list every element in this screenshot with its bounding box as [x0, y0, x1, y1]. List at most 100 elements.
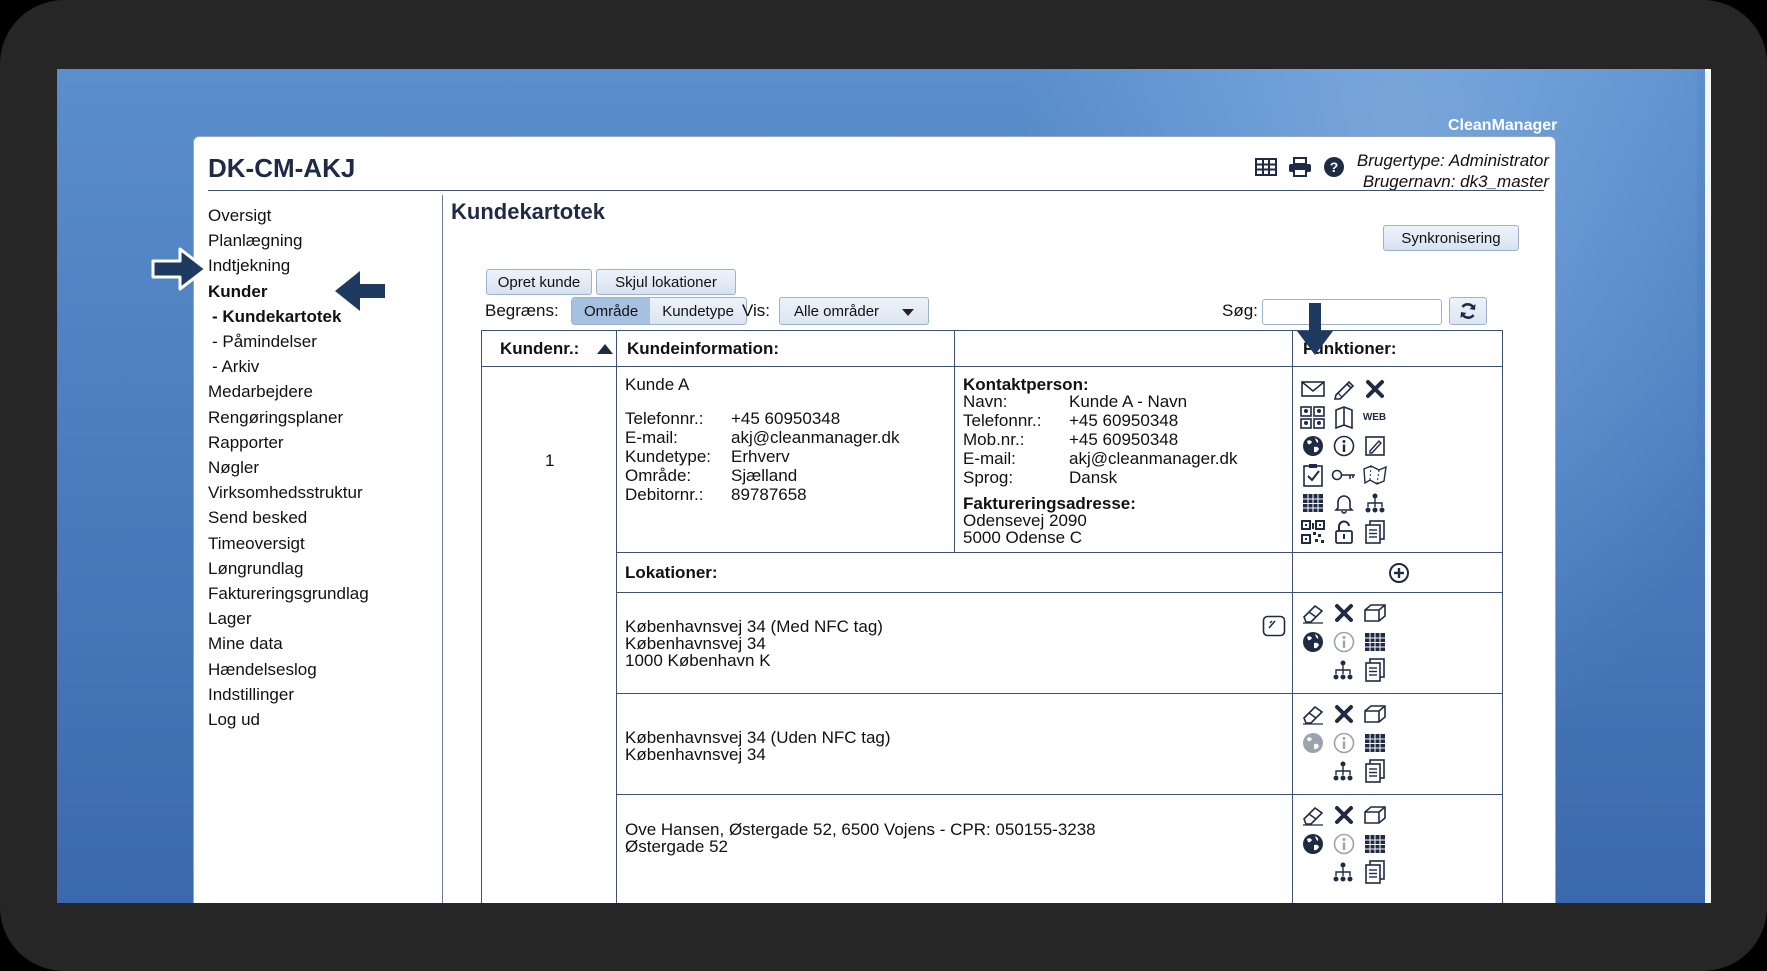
sync-button[interactable]: Synkronisering [1383, 225, 1519, 251]
edit-note-icon[interactable] [1362, 434, 1388, 458]
locations-header: Lokationer: [617, 553, 1293, 593]
unlock-icon[interactable] [1331, 520, 1357, 544]
info-grey-icon[interactable] [1331, 731, 1357, 755]
location-row[interactable]: Ove Hansen, Østergade 52, 6500 Vojens - … [617, 795, 1293, 903]
calendar-icon[interactable] [1362, 731, 1388, 755]
create-customer-button[interactable]: Opret kunde [486, 269, 592, 295]
location-row[interactable]: Københavnsvej 34 (Med NFC tag) København… [617, 593, 1293, 694]
calendar-icon[interactable] [1362, 630, 1388, 654]
top-toolbar: ? [1253, 155, 1347, 179]
sidebar-item-11[interactable]: Virksomhedsstruktur [208, 480, 438, 505]
add-location-icon[interactable] [1388, 562, 1410, 584]
user-info: Brugertype: Administrator Brugernavn: dk… [1357, 150, 1549, 192]
location-row[interactable]: Københavnsvej 34 (Uden NFC tag) Københav… [617, 694, 1293, 795]
info-grey-icon[interactable] [1331, 630, 1357, 654]
pencil-icon[interactable] [1331, 377, 1357, 401]
document-icon[interactable] [1362, 860, 1388, 885]
qr-icon[interactable] [1300, 519, 1326, 544]
hierarchy-icon[interactable] [1330, 860, 1356, 884]
eraser-icon[interactable] [1300, 601, 1326, 625]
sidebar-item-3[interactable]: Kunder [208, 279, 438, 304]
eraser-icon[interactable] [1300, 702, 1326, 726]
info-grey-icon[interactable] [1331, 832, 1357, 856]
detail-value: akj@cleanmanager.dk [1069, 449, 1238, 468]
map-icon[interactable] [1362, 463, 1388, 487]
sidebar-item-7[interactable]: Medarbejdere [208, 379, 438, 404]
sidebar-item-14[interactable]: Løngrundlag [208, 556, 438, 581]
groups-icon[interactable] [1299, 405, 1326, 430]
help-icon[interactable]: ? [1321, 155, 1347, 179]
hierarchy-icon[interactable] [1330, 759, 1356, 783]
print-icon[interactable] [1287, 155, 1313, 179]
sidebar-item-0[interactable]: Oversigt [208, 203, 438, 228]
globe-icon[interactable] [1300, 832, 1326, 856]
sidebar-item-15[interactable]: Faktureringsgrundlag [208, 581, 438, 606]
delete-icon[interactable] [1331, 601, 1357, 625]
detail-key: Debitornr.: [625, 485, 704, 504]
globe-icon[interactable] [1300, 630, 1326, 654]
hierarchy-icon[interactable] [1330, 658, 1356, 682]
eraser-icon[interactable] [1300, 803, 1326, 827]
bell-icon[interactable] [1331, 491, 1357, 515]
sidebar-item-1[interactable]: Planlægning [208, 228, 438, 253]
document-icon[interactable] [1362, 519, 1388, 544]
detail-value: Sjælland [731, 466, 798, 485]
seg-area[interactable]: Område [572, 298, 651, 324]
envelope-icon[interactable] [1300, 377, 1326, 401]
sidebar-item-4[interactable]: - Kundekartotek [208, 304, 438, 329]
checklist-icon[interactable] [1300, 463, 1326, 487]
sidebar-item-20[interactable]: Log ud [208, 707, 438, 732]
delete-icon[interactable] [1331, 803, 1357, 827]
detail-value: 89787658 [731, 485, 807, 504]
document-icon[interactable] [1362, 658, 1388, 683]
sidebar-item-19[interactable]: Indstillinger [208, 682, 438, 707]
calendar-icon[interactable] [1362, 832, 1388, 856]
sidebar-item-2[interactable]: Indtjekning [208, 253, 438, 278]
globe-icon[interactable] [1300, 434, 1326, 458]
locations-title: Lokationer: [625, 563, 718, 582]
box-icon[interactable] [1362, 601, 1388, 625]
hide-locations-button[interactable]: Skjul lokationer [596, 269, 736, 295]
sidebar-item-18[interactable]: Hændelseslog [208, 657, 438, 682]
seg-customer-type[interactable]: Kundetype [650, 298, 746, 324]
search-label: Søg: [1222, 301, 1258, 320]
book-icon[interactable] [1331, 405, 1357, 430]
hierarchy-icon[interactable] [1362, 491, 1388, 515]
sidebar-item-6[interactable]: - Arkiv [208, 354, 438, 379]
sidebar-item-13[interactable]: Timeoversigt [208, 531, 438, 556]
detail-row: E-mail: akj@cleanmanager.dk [963, 449, 1237, 468]
box-icon[interactable] [1362, 803, 1388, 827]
info-icon[interactable] [1331, 434, 1357, 458]
web-icon[interactable]: WEB [1362, 406, 1388, 430]
sidebar-item-8[interactable]: Rengøringsplaner [208, 405, 438, 430]
th-customer-number[interactable]: Kundenr.: [482, 331, 617, 367]
annotation-arrow-down-icon [1297, 303, 1333, 355]
globe-grey-icon[interactable] [1300, 731, 1326, 755]
search-input[interactable] [1262, 299, 1442, 325]
grid-icon[interactable] [1253, 155, 1279, 179]
delete-icon[interactable] [1362, 377, 1388, 401]
nfc-tag-icon[interactable] [1262, 615, 1286, 642]
refresh-icon [1460, 303, 1476, 319]
customer-details: Telefonnr.: +45 60950348 E-mail: akj@cleanm… [625, 409, 899, 504]
sidebar-item-12[interactable]: Send besked [208, 505, 438, 530]
location-2-line-2: Københavnsvej 34 [625, 745, 766, 764]
refresh-button[interactable] [1449, 297, 1487, 325]
view-select[interactable]: Alle områder [779, 297, 929, 325]
box-icon[interactable] [1362, 702, 1388, 726]
sidebar-item-9[interactable]: Rapporter [208, 430, 438, 455]
calendar-icon[interactable] [1300, 491, 1326, 515]
sidebar-item-16[interactable]: Lager [208, 606, 438, 631]
sidebar-item-17[interactable]: Mine data [208, 631, 438, 656]
key-icon[interactable] [1331, 463, 1357, 487]
customer-info-cell: Kunde A Telefonnr.: +45 60950348 E-mail: ak… [617, 367, 955, 553]
document-icon[interactable] [1362, 759, 1388, 784]
sidebar-item-5[interactable]: - Påmindelser [208, 329, 438, 354]
annotation-arrow-right-icon [151, 247, 208, 291]
th-empty [955, 331, 1293, 367]
delete-icon[interactable] [1331, 702, 1357, 726]
th-customer-number-label: Kundenr.: [500, 338, 580, 358]
view-select-value: Alle områder [794, 302, 880, 320]
sidebar-item-10[interactable]: Nøgler [208, 455, 438, 480]
add-location-cell [1293, 553, 1502, 593]
